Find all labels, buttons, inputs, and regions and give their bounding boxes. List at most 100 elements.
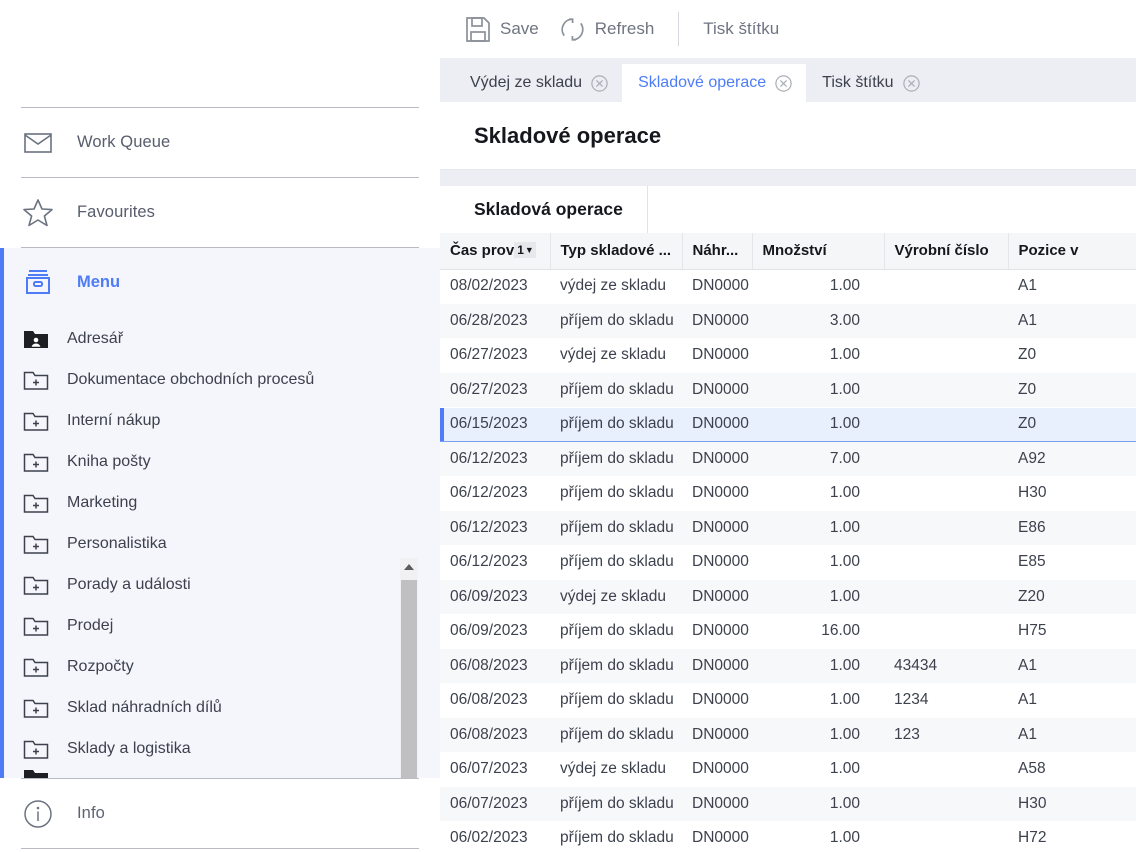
sidebar-tree-item-rozpocty[interactable]: Rozpočty [0, 646, 440, 687]
cell-vyr [884, 786, 1008, 821]
column-header-label: Typ skladové ... [560, 242, 672, 260]
cell-cas: 06/08/2023 [440, 717, 550, 752]
cell-cas: 06/12/2023 [440, 510, 550, 545]
archive-box-icon [21, 265, 55, 299]
sidebar-item-info[interactable]: Info [0, 779, 440, 848]
cell-nahr: DN0000 [682, 579, 752, 614]
sidebar-tree-item-partially-visible[interactable] [0, 769, 440, 778]
cell-nahr: DN0000 [692, 691, 749, 709]
cell-mnoz: 1.00 [752, 579, 884, 614]
table-row[interactable]: 06/09/2023 příjem do skladu DN0000 16.00 H75 [440, 614, 1136, 649]
close-icon[interactable] [591, 74, 608, 92]
refresh-button[interactable]: Refresh [549, 9, 665, 49]
sidebar-scrollbar[interactable] [400, 558, 418, 778]
cell-cas: 06/07/2023 [450, 760, 528, 778]
grid-title: Skladová operace [474, 199, 623, 219]
mail-icon [21, 126, 55, 160]
print-label: Tisk štítku [703, 19, 780, 38]
table-row[interactable]: 06/12/2023 příjem do skladu DN0000 7.00 A92 [440, 441, 1136, 476]
cell-cas: 06/27/2023 [440, 372, 550, 407]
close-icon[interactable] [902, 74, 920, 92]
table-header-row: Čas prov 1 ▼ Typ skladové ... Náhr... Množ… [440, 233, 1136, 270]
sidebar-item-menu[interactable]: Menu [0, 248, 440, 316]
cell-cas: 06/08/2023 [440, 648, 550, 683]
sidebar-tree-item-prodej[interactable]: Prodej [0, 605, 440, 646]
sidebar-item-label: Work Queue [77, 133, 171, 151]
cell-nahr: DN0000 [692, 760, 749, 778]
save-icon [464, 15, 492, 43]
cell-vyr: 1234 [894, 691, 929, 709]
sidebar-tree-item-dokumentace[interactable]: Dokumentace obchodních procesů [0, 359, 440, 400]
table-row[interactable]: 06/27/2023 výdej ze skladu DN0000 1.00 Z0 [440, 338, 1136, 373]
divider [21, 848, 419, 849]
folder-plus-icon [21, 449, 51, 475]
column-header-typ[interactable]: Typ skladové ... [550, 233, 683, 270]
tab-label: Skladové operace [638, 74, 767, 91]
close-icon[interactable] [775, 74, 792, 92]
table-row[interactable]: 06/12/2023 příjem do skladu DN0000 1.00 H30 [440, 476, 1136, 511]
save-button[interactable]: Save [454, 9, 549, 49]
column-header-pozice[interactable]: Pozice v [1008, 233, 1136, 270]
sidebar-tree-item-porady[interactable]: Porady a události [0, 564, 440, 605]
table-row[interactable]: 06/07/2023 výdej ze skladu DN0000 1.00 A58 [440, 752, 1136, 787]
tab-tisk-stitku[interactable]: Tisk štítku [806, 64, 933, 102]
table-row[interactable]: 06/02/2023 příjem do skladu DN0000 1.00 H72 [440, 821, 1136, 852]
table-row[interactable]: 06/12/2023 příjem do skladu DN0000 1.00 E85 [440, 545, 1136, 580]
cell-typ: příjem do skladu [550, 786, 682, 821]
cell-poz: E86 [1008, 510, 1136, 545]
table-row[interactable]: 06/12/2023 příjem do skladu DN0000 1.00 E86 [440, 510, 1136, 545]
table-row[interactable]: 06/08/2023 příjem do skladu DN0000 1.00 4343… [440, 648, 1136, 683]
scrollbar-thumb[interactable] [401, 580, 417, 778]
cell-mnoz: 1.00 [829, 484, 860, 502]
tab-skladove-operace[interactable]: Skladové operace [622, 64, 807, 102]
cell-typ: příjem do skladu [550, 372, 682, 407]
table-row[interactable]: 06/27/2023 příjem do skladu DN0000 1.00 Z0 [440, 372, 1136, 407]
table-row[interactable]: 06/28/2023 příjem do skladu DN0000 3.00 A1 [440, 303, 1136, 338]
cell-vyr [884, 579, 1008, 614]
sidebar-tree-item-adresar[interactable]: Adresář [0, 318, 440, 359]
tab-vydej-ze-skladu[interactable]: Výdej ze skladu [454, 64, 622, 102]
sort-indicator[interactable]: 1 ▼ [514, 242, 536, 259]
cell-cas: 06/02/2023 [450, 829, 528, 847]
sidebar-tree-item-sklad-nahradnich-dilu[interactable]: Sklad náhradních dílů [0, 687, 440, 728]
sidebar-tree-item-label: Kniha pošty [67, 452, 151, 470]
table-row[interactable]: 08/02/2023 výdej ze skladu DN0000 1.00 A1 [440, 269, 1136, 304]
column-header-vyrobni-cislo[interactable]: Výrobní číslo [884, 233, 1009, 270]
sidebar-item-favourites[interactable]: Favourites [0, 178, 440, 247]
sidebar-item-work-queue[interactable]: Work Queue [0, 108, 440, 177]
sidebar-tree-item-personalistika[interactable]: Personalistika [0, 523, 440, 564]
folder-plus-icon [21, 695, 51, 721]
cell-cas: 08/02/2023 [450, 277, 528, 295]
column-header-label: Čas prov [450, 242, 515, 260]
refresh-label: Refresh [594, 19, 655, 38]
scroll-up-icon[interactable] [400, 558, 418, 576]
sidebar-tree-item-marketing[interactable]: Marketing [0, 482, 440, 523]
print-label-button[interactable]: Tisk štítku [693, 9, 789, 49]
cell-typ: výdej ze skladu [560, 277, 666, 295]
cell-poz: A58 [1018, 760, 1046, 778]
cell-mnoz: 1.00 [829, 277, 860, 295]
table-body: 08/02/2023 výdej ze skladu DN0000 1.00 A1 06/… [440, 269, 1136, 852]
cell-nahr: DN0000 [692, 277, 749, 295]
cell-cas: 06/12/2023 [450, 484, 528, 502]
contacts-folder-icon [21, 326, 51, 352]
sidebar-tree-item-kniha-posty[interactable]: Kniha pošty [0, 441, 440, 482]
folder-plus-icon [21, 613, 51, 639]
cell-mnoz: 1.00 [752, 648, 884, 683]
sidebar-tree-item-sklady-a-logistika[interactable]: Sklady a logistika [0, 728, 440, 769]
column-header-nahr[interactable]: Náhr... [682, 233, 753, 270]
column-header-mnozstvi[interactable]: Množství [752, 233, 885, 270]
table-row[interactable]: 06/09/2023 výdej ze skladu DN0000 1.00 Z20 [440, 579, 1136, 614]
column-header-cas[interactable]: Čas prov 1 ▼ [440, 233, 551, 270]
table-row[interactable]: 06/07/2023 příjem do skladu DN0000 1.00 H30 [440, 786, 1136, 821]
cell-poz: Z20 [1008, 579, 1136, 614]
table-row[interactable]: 06/08/2023 příjem do skladu DN0000 1.00 1234… [440, 683, 1136, 718]
cell-typ: příjem do skladu [550, 510, 682, 545]
table-row[interactable]: 06/08/2023 příjem do skladu DN0000 1.00 123 A… [440, 717, 1136, 752]
cell-vyr [884, 510, 1008, 545]
sidebar-tree-item-interni-nakup[interactable]: Interní nákup [0, 400, 440, 441]
column-header-label: Náhr... [692, 242, 739, 260]
table-row[interactable]: 06/15/2023 příjem do skladu DN0000 1.00 Z0 [440, 406, 1136, 442]
sidebar: Work Queue Favourites Menu Adresář Dokum… [0, 0, 440, 852]
cell-vyr [884, 303, 1008, 338]
